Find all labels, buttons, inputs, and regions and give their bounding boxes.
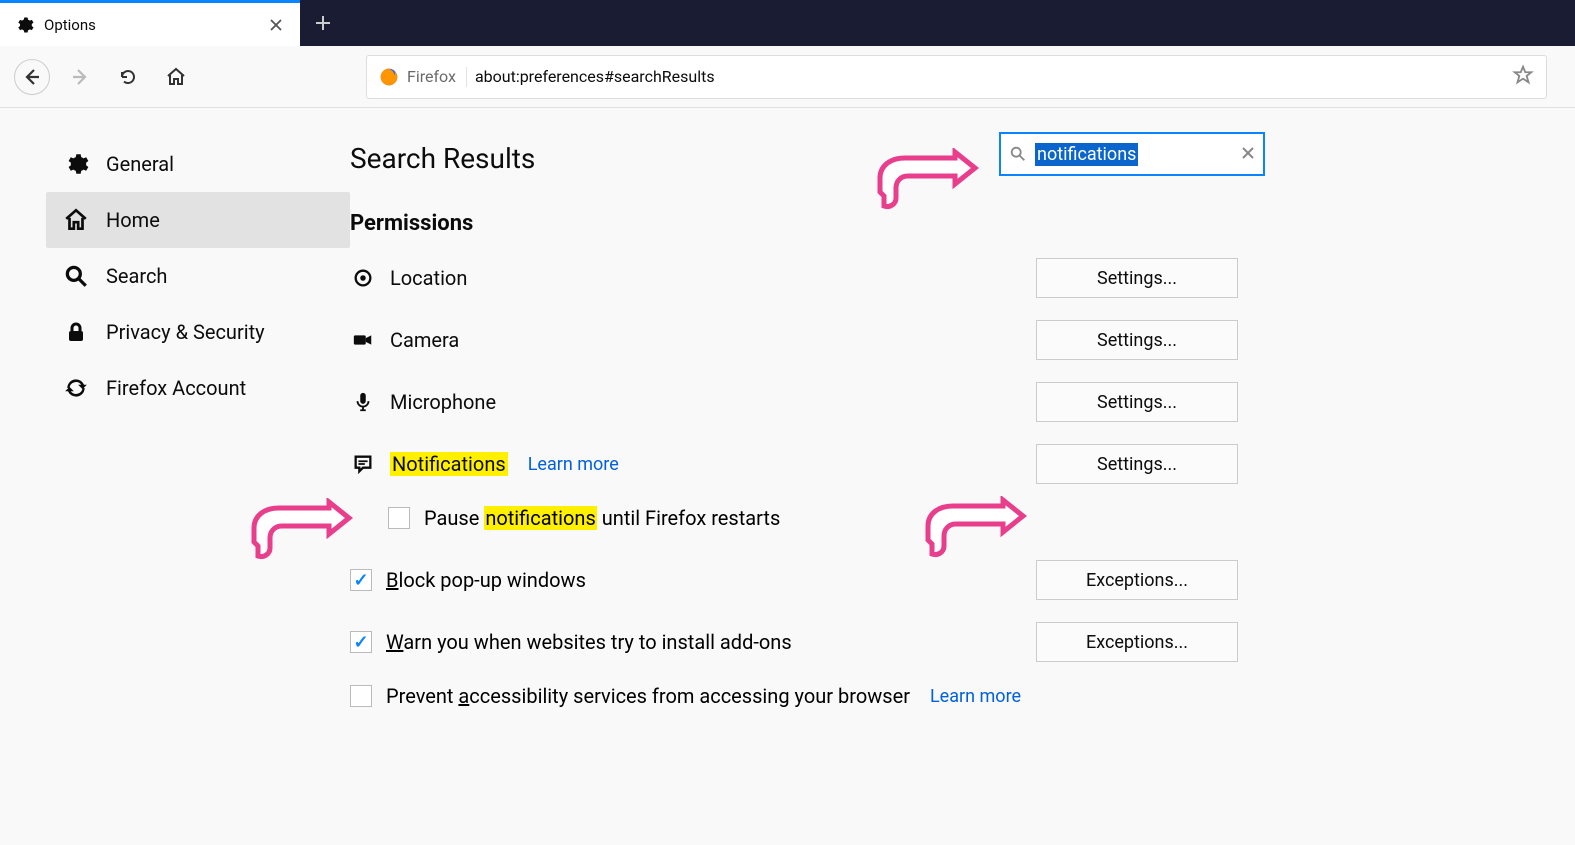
preferences-main: notifications Search Results Permissions…: [350, 108, 1575, 845]
url-text: about:preferences#searchResults: [475, 67, 715, 86]
section-heading-permissions: Permissions: [350, 211, 1515, 236]
addons-exceptions-button[interactable]: Exceptions...: [1036, 622, 1238, 662]
sync-icon: [62, 374, 90, 402]
firefox-logo-icon: [379, 67, 399, 87]
nav-toolbar: Firefox about:preferences#searchResults: [0, 46, 1575, 108]
prevent-accessibility-row: Prevent accessibility services from acce…: [350, 684, 1238, 708]
permission-label: Microphone: [390, 390, 496, 414]
location-icon: [350, 265, 376, 291]
search-value: notifications: [1035, 143, 1138, 166]
gear-icon: [14, 15, 34, 35]
page-heading: Search Results: [350, 142, 1515, 175]
camera-icon: [350, 327, 376, 353]
search-icon: [1009, 145, 1027, 163]
back-button[interactable]: [14, 59, 50, 95]
find-in-options-input[interactable]: notifications: [999, 132, 1265, 176]
prevent-accessibility-checkbox[interactable]: [350, 685, 372, 707]
pause-notifications-label: Pause notifications until Firefox restar…: [424, 506, 780, 530]
sidebar-item-privacy[interactable]: Privacy & Security: [46, 304, 350, 360]
warn-addons-row: Warn you when websites try to install ad…: [350, 622, 1238, 662]
site-identity[interactable]: Firefox: [379, 67, 467, 87]
sidebar-item-label: Firefox Account: [106, 376, 246, 400]
microphone-settings-button[interactable]: Settings...: [1036, 382, 1238, 422]
permission-camera-row: Camera Settings...: [350, 320, 1238, 360]
preferences-sidebar: General Home Search Privacy & Security F…: [0, 108, 350, 845]
sidebar-item-search[interactable]: Search: [46, 248, 350, 304]
sidebar-item-home[interactable]: Home: [46, 192, 350, 248]
pause-notifications-checkbox[interactable]: [388, 507, 410, 529]
learn-more-link[interactable]: Learn more: [528, 454, 619, 475]
permission-notifications-row: Notifications Learn more Settings...: [350, 444, 1238, 484]
popups-exceptions-button[interactable]: Exceptions...: [1036, 560, 1238, 600]
microphone-icon: [350, 389, 376, 415]
preferences-content: General Home Search Privacy & Security F…: [0, 108, 1575, 845]
gear-icon: [62, 150, 90, 178]
sidebar-item-label: General: [106, 152, 174, 176]
sidebar-item-label: Search: [106, 264, 167, 288]
tab-title: Options: [44, 16, 266, 34]
prevent-accessibility-label: Prevent accessibility services from acce…: [386, 684, 910, 708]
sidebar-item-general[interactable]: General: [46, 136, 350, 192]
permission-label: Camera: [390, 328, 459, 352]
browser-tab-options[interactable]: Options: [0, 0, 300, 46]
tab-close-icon[interactable]: [266, 15, 286, 35]
warn-addons-checkbox[interactable]: [350, 631, 372, 653]
sidebar-item-label: Home: [106, 208, 160, 232]
learn-more-link[interactable]: Learn more: [930, 686, 1021, 707]
permission-location-row: Location Settings...: [350, 258, 1238, 298]
lock-icon: [62, 318, 90, 346]
notifications-settings-button[interactable]: Settings...: [1036, 444, 1238, 484]
permission-label: Notifications: [390, 452, 508, 476]
identity-label: Firefox: [407, 67, 456, 86]
speech-bubble-icon: [350, 451, 376, 477]
forward-button[interactable]: [62, 59, 98, 95]
home-icon: [62, 206, 90, 234]
bookmark-star-icon[interactable]: [1512, 64, 1534, 90]
url-bar[interactable]: Firefox about:preferences#searchResults: [366, 55, 1547, 99]
camera-settings-button[interactable]: Settings...: [1036, 320, 1238, 360]
block-popups-label: Block pop-up windows: [386, 568, 586, 592]
sidebar-item-account[interactable]: Firefox Account: [46, 360, 350, 416]
tab-strip: Options: [0, 0, 1575, 46]
location-settings-button[interactable]: Settings...: [1036, 258, 1238, 298]
permission-label: Location: [390, 266, 467, 290]
clear-search-icon[interactable]: [1241, 145, 1255, 164]
reload-button[interactable]: [110, 59, 146, 95]
warn-addons-label: Warn you when websites try to install ad…: [386, 630, 792, 654]
permission-microphone-row: Microphone Settings...: [350, 382, 1238, 422]
block-popups-checkbox[interactable]: [350, 569, 372, 591]
sidebar-item-label: Privacy & Security: [106, 320, 265, 344]
home-button[interactable]: [158, 59, 194, 95]
search-icon: [62, 262, 90, 290]
new-tab-button[interactable]: [300, 0, 346, 46]
pause-notifications-row: Pause notifications until Firefox restar…: [388, 506, 1238, 530]
block-popups-row: Block pop-up windows Exceptions...: [350, 560, 1238, 600]
